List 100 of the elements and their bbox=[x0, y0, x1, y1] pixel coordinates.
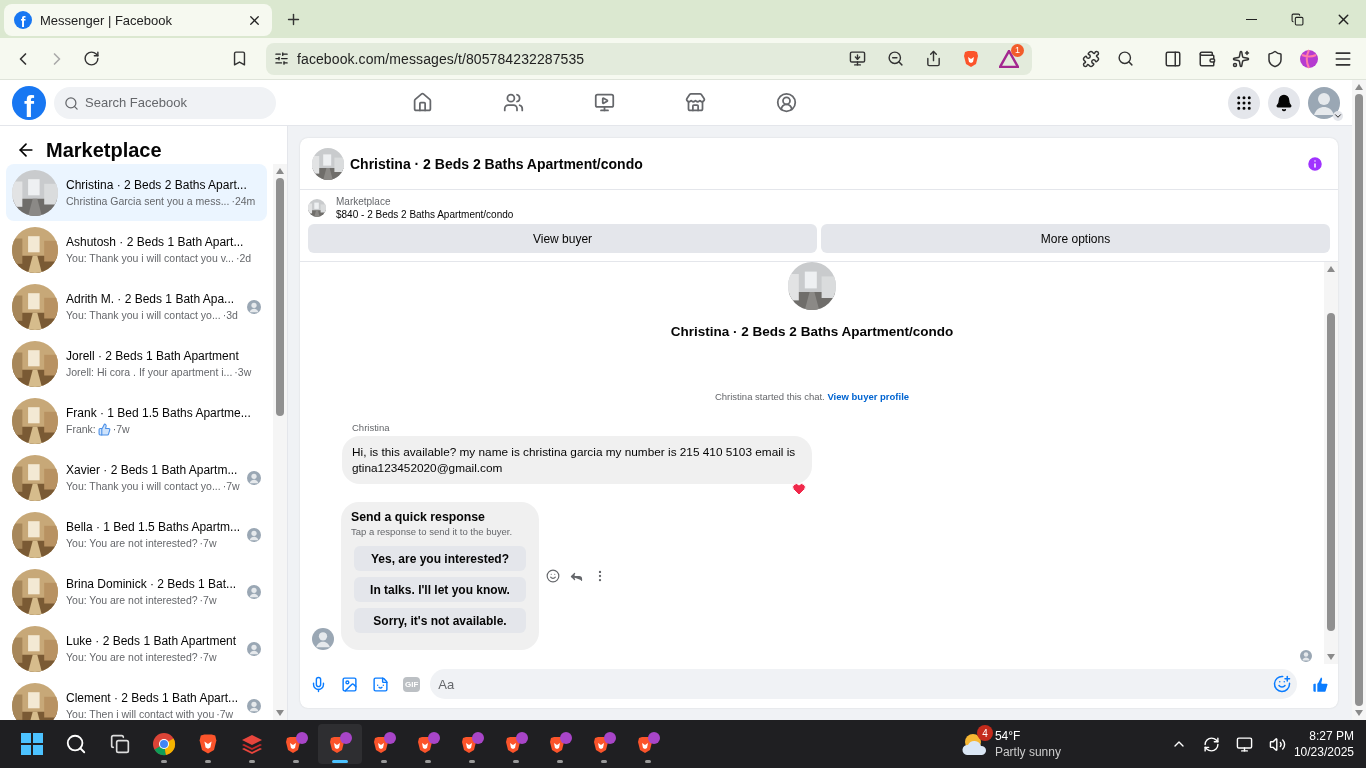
site-settings-icon[interactable] bbox=[274, 51, 289, 66]
task-view-icon bbox=[110, 734, 130, 754]
conversation-item[interactable]: Luke · 2 Beds 1 Bath Apartment You: You are not interested? ·7w bbox=[6, 620, 267, 677]
message-preview: You: Thank you i will contact you v... bbox=[66, 252, 234, 264]
avatar-icon bbox=[247, 584, 261, 599]
card-subtitle: Tap a response to send it to the buyer. bbox=[351, 526, 514, 537]
message-time: ·7w bbox=[199, 537, 217, 549]
message-preview: Christina Garcia sent you a mess... bbox=[66, 195, 230, 207]
sender-name: Christina bbox=[352, 422, 391, 433]
react-icon[interactable] bbox=[546, 569, 560, 583]
search-icon bbox=[1116, 50, 1134, 67]
microphone-icon[interactable] bbox=[310, 675, 327, 693]
message-time: ·7w bbox=[112, 423, 130, 435]
marketplace-icon[interactable] bbox=[685, 92, 706, 113]
cloud-sun-icon bbox=[960, 731, 989, 757]
listing-heading: Christina · 2 Beds 2 Baths Apartment/condo bbox=[670, 324, 954, 339]
video-icon[interactable] bbox=[594, 92, 615, 113]
notifications-button[interactable] bbox=[1268, 86, 1300, 119]
sidebar-title: Marketplace bbox=[46, 138, 162, 162]
quick-reply-button[interactable]: In talks. I'll let you know. bbox=[354, 577, 526, 602]
browser-tab[interactable]: f Messenger | Facebook bbox=[4, 4, 272, 36]
triangle-icon bbox=[999, 49, 1019, 68]
conversation-title: Clement · 2 Beds 1 Bath Apart... bbox=[66, 691, 239, 705]
message-preview: You: You are not interested? bbox=[66, 537, 198, 549]
message-time: ·2d bbox=[235, 252, 252, 264]
message-time: ·7w bbox=[199, 651, 217, 663]
search-field[interactable]: Search Facebook bbox=[54, 86, 276, 119]
friends-icon[interactable] bbox=[503, 92, 524, 113]
conversation-item[interactable]: Jorell · 2 Beds 1 Bath Apartment Jorell: Hi cora . If your apartment i... ·3w bbox=[6, 335, 267, 392]
info-icon[interactable] bbox=[1306, 154, 1324, 173]
minimize-icon bbox=[1245, 18, 1257, 20]
conversation-item[interactable]: Frank · 1 Bed 1.5 Baths Apartme... Frank: ·7w bbox=[6, 392, 267, 449]
conversation-title: Christina · 2 Beds 2 Baths Apart... bbox=[66, 178, 248, 192]
sync-icon[interactable] bbox=[1202, 735, 1220, 753]
conversation-title: Adrith M. · 2 Beds 1 Bath Apa... bbox=[66, 292, 236, 306]
image-icon[interactable] bbox=[341, 675, 358, 693]
stack-icon bbox=[240, 732, 264, 756]
groups-icon[interactable] bbox=[776, 92, 797, 113]
conversation-item[interactable]: Xavier · 2 Beds 1 Bath Apartm... You: Thank you i will contact yo... ·7w bbox=[6, 449, 267, 506]
home-icon[interactable] bbox=[412, 92, 433, 113]
url-text: facebook.com/messages/t/805784232287535 bbox=[297, 50, 586, 67]
card-title: Send a quick response bbox=[351, 510, 486, 524]
favicon: f bbox=[14, 11, 32, 29]
laptop-download-icon bbox=[848, 50, 866, 67]
listing-title: $840 - 2 Beds 2 Baths Apartment/condo bbox=[336, 209, 514, 220]
reload-icon bbox=[82, 50, 100, 67]
avatar-icon bbox=[247, 698, 261, 713]
quick-reply-button[interactable]: Yes, are you interested? bbox=[354, 546, 526, 571]
message-field[interactable]: Aa bbox=[430, 669, 1297, 699]
avatar-icon bbox=[247, 299, 261, 314]
message-time: ·3d bbox=[222, 309, 238, 321]
avatar-icon bbox=[312, 628, 334, 650]
conversation-item[interactable]: Ashutosh · 2 Beds 1 Bath Apart... You: Thank you i will contact you v... ·2d bbox=[6, 221, 267, 278]
quick-reply-button[interactable]: Sorry, it's not available. bbox=[354, 608, 526, 633]
notification-badge: 4 bbox=[976, 725, 993, 741]
conversation-title: Jorell · 2 Beds 1 Bath Apartment bbox=[66, 349, 240, 363]
network-icon[interactable] bbox=[1235, 735, 1253, 753]
avatar-icon bbox=[247, 527, 261, 542]
search-icon bbox=[64, 95, 79, 111]
conversation-item[interactable]: Christina · 2 Beds 2 Baths Apart... Christina Garcia sent you a mess... ·24m bbox=[6, 164, 267, 221]
message-time: ·7w bbox=[216, 708, 234, 720]
message-time: ·24m bbox=[231, 195, 256, 207]
action-button[interactable]: View buyer bbox=[308, 224, 817, 253]
conversation-item[interactable]: Bella · 1 Bed 1.5 Baths Apartm... You: You are not interested? ·7w bbox=[6, 506, 267, 563]
action-button[interactable]: More options bbox=[821, 224, 1330, 253]
conversation-title: Luke · 2 Beds 1 Bath Apartment bbox=[66, 634, 238, 648]
lion-shield-icon bbox=[961, 48, 981, 69]
weather-widget[interactable]: 4 54°F Partly sunny bbox=[960, 728, 1061, 760]
buyer-profile-link[interactable]: View buyer profile bbox=[827, 391, 910, 402]
conversation-title: Xavier · 2 Beds 1 Bath Apartm... bbox=[66, 463, 239, 477]
message-preview: You: Thank you i will contact yo... bbox=[66, 480, 221, 492]
address-bar[interactable]: facebook.com/messages/t/805784232287535 1 bbox=[266, 42, 1032, 75]
grid-icon bbox=[1235, 93, 1253, 112]
message-time: ·7w bbox=[199, 594, 217, 606]
tab-title: Messenger | Facebook bbox=[40, 12, 173, 28]
chevron-icon[interactable] bbox=[1333, 110, 1343, 121]
message-preview: You: Thank you i will contact yo... bbox=[66, 309, 221, 321]
avatar-icon bbox=[247, 641, 261, 656]
message-preview: You: You are not interested? bbox=[66, 594, 198, 606]
clock[interactable]: 8:27 PM 10/23/2025 bbox=[1293, 728, 1354, 760]
message-time: ·3w bbox=[234, 366, 252, 378]
time: 8:27 PM bbox=[1309, 728, 1354, 744]
puzzle-icon bbox=[1082, 49, 1100, 68]
conversation-item[interactable]: Brina Dominick · 2 Beds 1 Bat... You: You are not interested? ·7w bbox=[6, 563, 267, 620]
menu-button[interactable] bbox=[1228, 86, 1260, 119]
facebook-logo[interactable]: f bbox=[12, 85, 46, 120]
conversation-title: Ashutosh · 2 Beds 1 Bath Apart... bbox=[66, 235, 245, 249]
shield-icon bbox=[1266, 49, 1284, 68]
volume-icon[interactable] bbox=[1268, 735, 1286, 753]
emoji-icon[interactable] bbox=[1273, 675, 1291, 693]
search-icon bbox=[65, 733, 87, 755]
wallet-icon bbox=[1198, 49, 1216, 68]
conversation-item[interactable]: Adrith M. · 2 Beds 1 Bath Apa... You: Thank you i will contact yo... ·3d bbox=[6, 278, 267, 335]
like-icon[interactable] bbox=[1311, 674, 1330, 694]
sticker-icon[interactable] bbox=[372, 675, 389, 693]
taskbar-app[interactable] bbox=[318, 724, 362, 764]
message-preview: Jorell: Hi cora . If your apartment i... bbox=[66, 366, 233, 378]
conversation-title: Bella · 1 Bed 1.5 Baths Apartm... bbox=[66, 520, 239, 534]
temperature: 54°F bbox=[994, 728, 1022, 744]
message-preview: Frank: bbox=[66, 423, 96, 435]
